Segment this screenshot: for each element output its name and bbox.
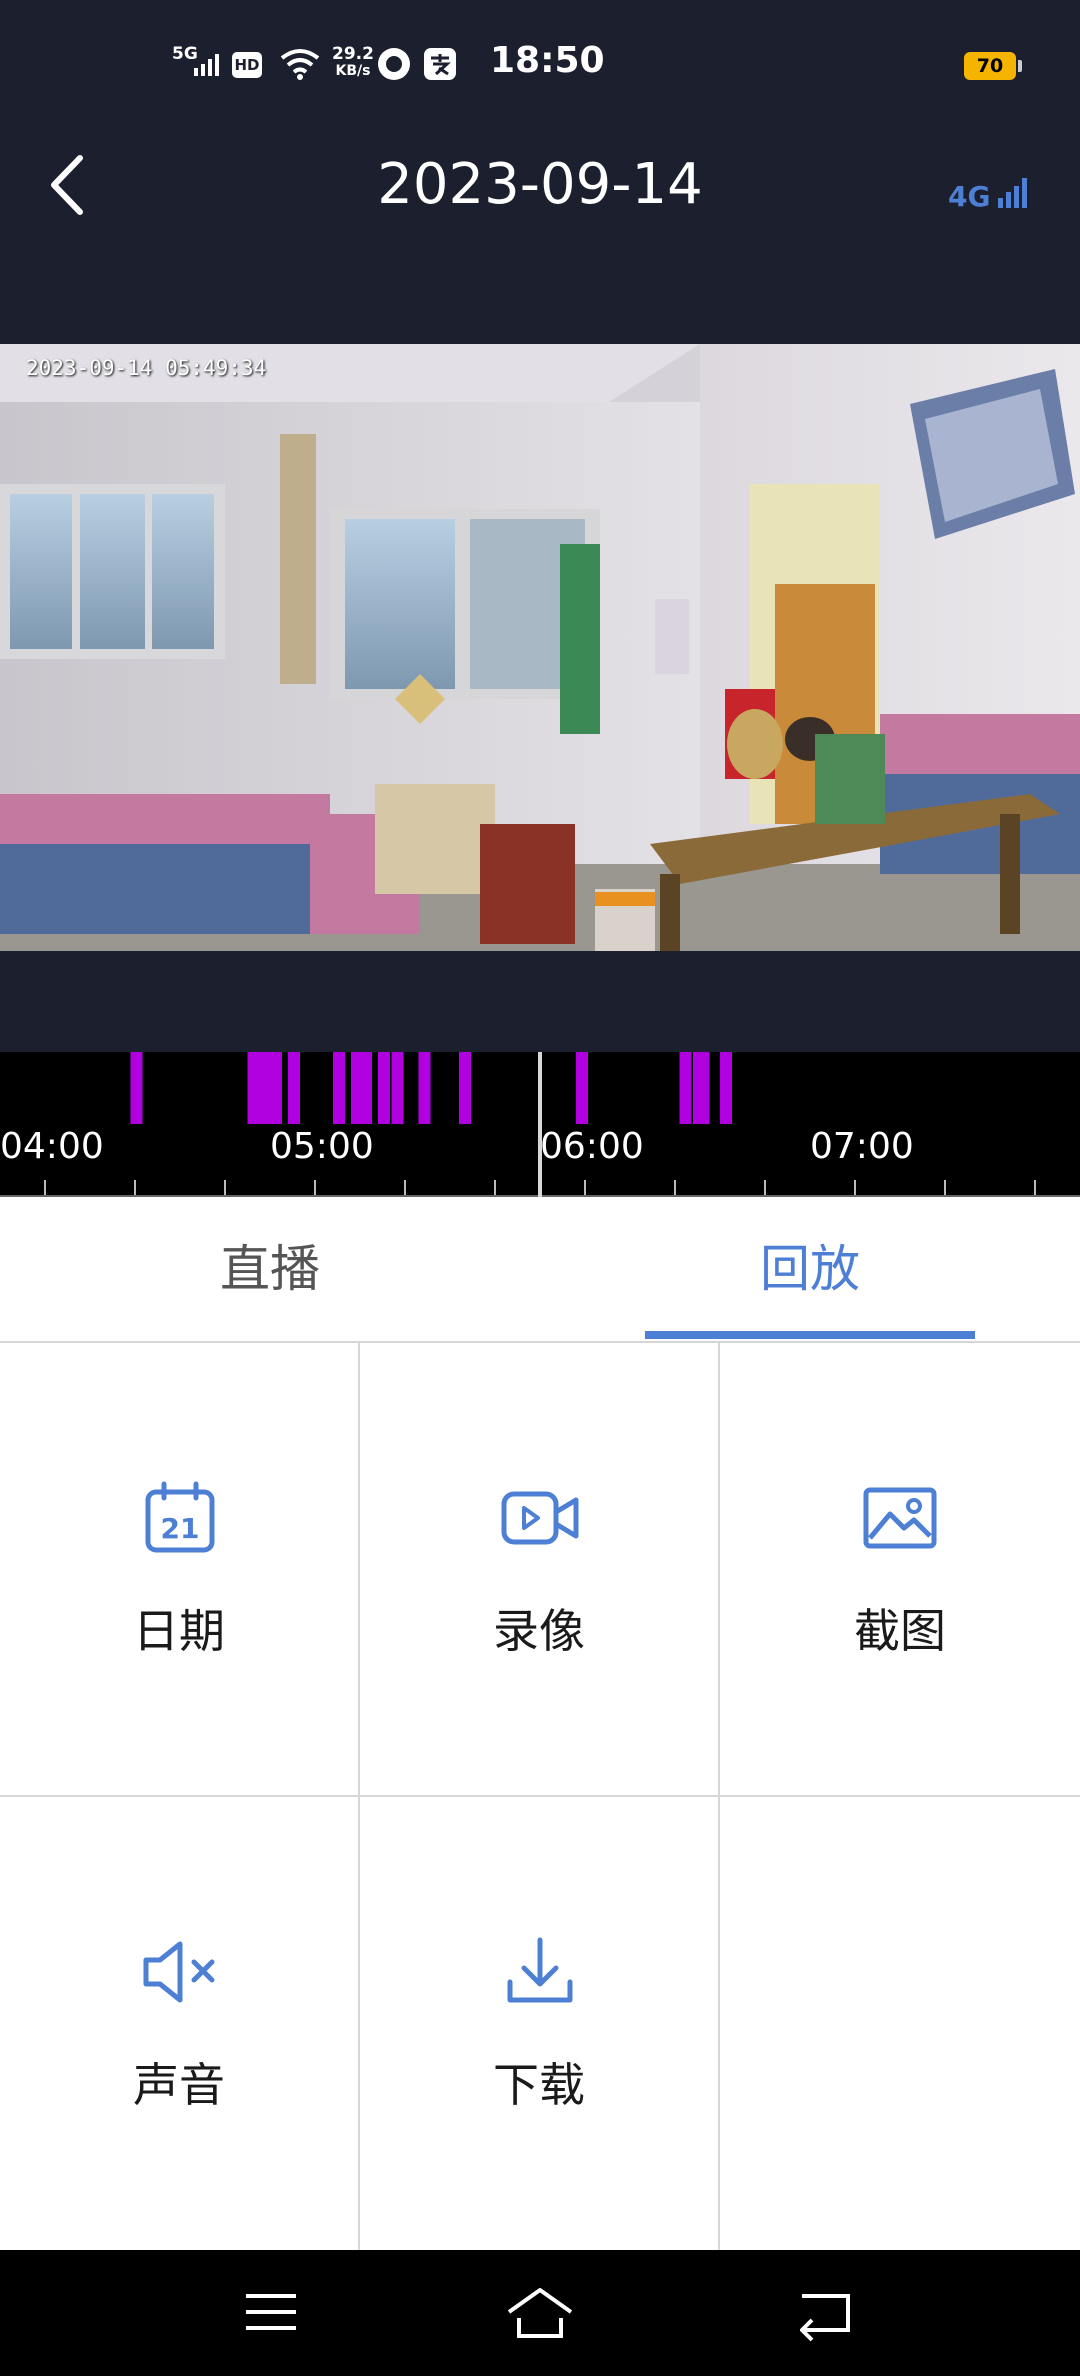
active-tab-indicator [645, 1331, 975, 1339]
wifi-icon [280, 48, 320, 80]
recording-segment[interactable] [130, 1052, 143, 1124]
system-nav-bar [0, 2250, 1080, 2376]
header: 2023-09-14 4G [0, 130, 1080, 250]
payment-app-icon [424, 48, 456, 80]
network-speed-unit: KB/s [335, 63, 371, 79]
battery-indicator: 70 [964, 52, 1022, 80]
video-player[interactable]: 2023-09-14 05:49:34 [0, 344, 1080, 951]
screenshot-label: 截图 [854, 1604, 946, 1658]
timeline-label: 04:00 [0, 1126, 104, 1167]
tab-playback[interactable]: 回放 [540, 1197, 1080, 1341]
recording-segment[interactable] [576, 1052, 588, 1124]
download-label: 下载 [493, 2058, 585, 2112]
timeline-track[interactable] [0, 1052, 1080, 1197]
timeline-label: 06:00 [540, 1126, 644, 1167]
page-title: 2023-09-14 [377, 152, 703, 217]
hd-badge: HD [232, 52, 262, 78]
cellular-signal-icon: 5G [172, 44, 222, 78]
timeline-label: 05:00 [270, 1126, 374, 1167]
image-icon [863, 1487, 937, 1549]
recording-segment[interactable] [333, 1052, 345, 1124]
status-bar: 5G HD 29.2 KB/s 18:50 70 [0, 0, 1080, 130]
action-grid: 21 日期 录像 截图 声音 下载 [0, 1341, 1080, 2251]
return-icon [800, 2294, 850, 2342]
menu-icon [246, 2294, 296, 2330]
home-button[interactable] [505, 2280, 575, 2344]
app-notification-icon [378, 48, 410, 80]
svg-text:21: 21 [161, 1512, 200, 1545]
status-time: 18:50 [490, 40, 605, 81]
recording-segment[interactable] [720, 1052, 732, 1124]
network-speed: 29.2 KB/s [332, 46, 374, 80]
mode-tabs: 直播 回放 [0, 1197, 1080, 1341]
recording-segment[interactable] [360, 1052, 372, 1124]
recording-segment[interactable] [697, 1052, 710, 1124]
speaker-muted-icon [143, 1941, 215, 2003]
calendar-icon: 21 [145, 1481, 215, 1553]
empty-cell [720, 1797, 1080, 2251]
recording-segment[interactable] [288, 1052, 300, 1124]
video-camera-icon [501, 1491, 579, 1545]
record-label: 录像 [493, 1604, 585, 1658]
playback-timeline[interactable]: 04:00 05:00 06:00 07:00 [0, 1052, 1080, 1197]
date-label: 日期 [133, 1604, 225, 1658]
recording-segment[interactable] [391, 1052, 404, 1124]
timeline-label: 07:00 [810, 1126, 914, 1167]
signal-bars-icon [998, 178, 1027, 208]
video-timestamp: 2023-09-14 05:49:34 [26, 356, 267, 380]
screenshot-button[interactable]: 截图 [720, 1343, 1080, 1797]
hd-badge-text: HD [234, 56, 260, 74]
date-button[interactable]: 21 日期 [0, 1343, 360, 1797]
recording-segment[interactable] [459, 1052, 471, 1124]
sound-button[interactable]: 声音 [0, 1797, 360, 2251]
network-speed-value: 29.2 [332, 44, 374, 64]
back-nav-button[interactable] [790, 2280, 860, 2344]
home-icon [507, 2288, 573, 2338]
recording-segment[interactable] [679, 1052, 692, 1124]
record-button[interactable]: 录像 [360, 1343, 720, 1797]
recording-segment[interactable] [418, 1052, 431, 1124]
menu-button[interactable] [236, 2280, 306, 2344]
device-signal-indicator: 4G [944, 150, 1044, 220]
tab-live[interactable]: 直播 [0, 1197, 540, 1341]
recording-segment[interactable] [270, 1052, 282, 1124]
download-button[interactable]: 下载 [360, 1797, 720, 2251]
sound-label: 声音 [133, 2058, 225, 2112]
app-root: 5G HD 29.2 KB/s 18:50 70 2023-09-14 4G 2… [0, 0, 1080, 2376]
recording-segment[interactable] [378, 1052, 390, 1124]
download-icon [507, 1937, 573, 2003]
video-frame-image [0, 344, 1080, 951]
